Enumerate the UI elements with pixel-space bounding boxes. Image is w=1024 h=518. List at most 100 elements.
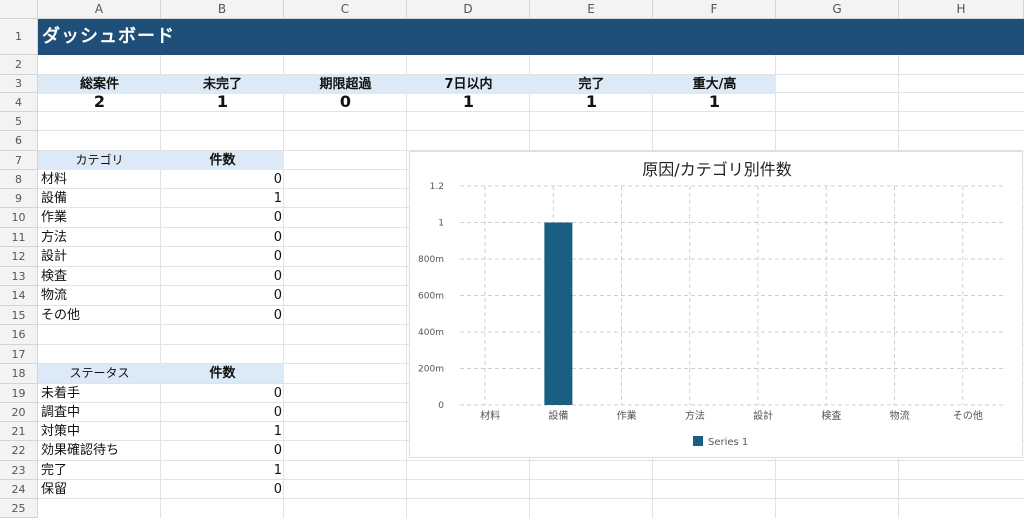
category_table-row-label[interactable]: 材料 [38, 170, 161, 189]
chart-x-tick-label: 作業 [617, 409, 637, 422]
status_table-row-count[interactable]: 0 [161, 441, 284, 460]
row-header-20[interactable]: 20 [0, 403, 38, 422]
row-header-9[interactable]: 9 [0, 189, 38, 208]
chart-y-axis: 0 200m 400m 600m 800m 1 1.2 [418, 182, 444, 411]
row-header-14[interactable]: 14 [0, 286, 38, 306]
category_table-row-label[interactable]: その他 [38, 306, 161, 325]
category_table-row-count[interactable]: 0 [161, 267, 284, 286]
row-header-5[interactable]: 5 [0, 112, 38, 131]
category-header-label[interactable]: カテゴリ [38, 151, 161, 170]
category_table-row-label[interactable]: 設備 [38, 189, 161, 208]
row-header-23[interactable]: 23 [0, 461, 38, 480]
chart-legend-label: Series 1 [708, 437, 748, 448]
kpi-value[interactable]: 1 [653, 93, 776, 112]
chart-y-tick-label: 200m [418, 365, 444, 375]
status_table-row-label[interactable]: 効果確認待ち [38, 441, 161, 460]
row-header-22[interactable]: 22 [0, 441, 38, 461]
status_table-row-count[interactable]: 0 [161, 403, 284, 422]
row-header-21[interactable]: 21 [0, 422, 38, 441]
chart-x-tick-label: 設備 [548, 409, 568, 422]
row-header-13[interactable]: 13 [0, 267, 38, 286]
status_table-row-label[interactable]: 保留 [38, 480, 161, 499]
chart-x-tick-label: 方法 [685, 409, 705, 422]
status_table-row-count[interactable]: 1 [161, 461, 284, 480]
category_table-row-count[interactable]: 0 [161, 286, 284, 305]
category_table-row-count[interactable]: 0 [161, 170, 284, 189]
category_table-row-label[interactable]: 物流 [38, 286, 161, 305]
column-header-e[interactable]: E [530, 0, 653, 19]
column-header-h[interactable]: H [899, 0, 1024, 19]
row-header-7[interactable]: 7 [0, 151, 38, 170]
category_table-row-count[interactable]: 0 [161, 306, 284, 325]
status_table-row-count[interactable]: 0 [161, 480, 284, 499]
kpi-value[interactable]: 1 [161, 93, 284, 112]
chart-x-tick-label: 設計 [753, 409, 773, 422]
row-header-17[interactable]: 17 [0, 345, 38, 364]
row-header-8[interactable]: 8 [0, 170, 38, 189]
status-header-count[interactable]: 件数 [161, 364, 284, 383]
category_table-row-label[interactable]: 作業 [38, 208, 161, 227]
category_table-row-label[interactable]: 方法 [38, 228, 161, 247]
chart-x-tick-label: 物流 [890, 409, 910, 422]
row-header-6[interactable]: 6 [0, 131, 38, 151]
status_table-row-count[interactable]: 1 [161, 422, 284, 441]
column-header-g[interactable]: G [776, 0, 899, 19]
status_table-row-label[interactable]: 対策中 [38, 422, 161, 441]
kpi-value[interactable]: 1 [407, 93, 530, 112]
select-all-corner[interactable] [0, 0, 38, 19]
chart-x-tick-label: 検査 [821, 409, 841, 422]
chart-y-tick-label: 1 [438, 219, 444, 229]
chart-y-tick-label: 0 [438, 401, 444, 411]
kpi-value[interactable]: 2 [38, 93, 161, 112]
row-header-2[interactable]: 2 [0, 55, 38, 75]
column-header-d[interactable]: D [407, 0, 530, 19]
dashboard-title[interactable]: ダッシュボード [38, 19, 1024, 55]
chart-y-tick-label: 400m [418, 328, 444, 338]
status_table-row-count[interactable]: 0 [161, 384, 284, 403]
chart-x-axis: 材料 設備 作業 方法 設計 検査 物流 その他 [480, 409, 983, 422]
chart-legend[interactable]: Series 1 [693, 436, 748, 448]
chart-y-tick-label: 600m [418, 292, 444, 302]
row-header-11[interactable]: 11 [0, 228, 38, 247]
column-header-f[interactable]: F [653, 0, 776, 19]
row-header-15[interactable]: 15 [0, 306, 38, 325]
status_table-row-label[interactable]: 調査中 [38, 403, 161, 422]
kpi-value[interactable]: 0 [284, 93, 407, 112]
column-header-c[interactable]: C [284, 0, 407, 19]
category_table-row-count[interactable]: 0 [161, 247, 284, 266]
row-header-1[interactable]: 1 [0, 19, 38, 55]
row-header-25[interactable]: 25 [0, 499, 38, 518]
kpi-value[interactable]: 1 [530, 93, 653, 112]
status_table-row-label[interactable]: 未着手 [38, 384, 161, 403]
category_table-row-count[interactable]: 1 [161, 189, 284, 208]
row-header-19[interactable]: 19 [0, 384, 38, 403]
category_table-row-label[interactable]: 検査 [38, 267, 161, 286]
column-header-a[interactable]: A [38, 0, 161, 19]
status-header-label[interactable]: ステータス [38, 364, 161, 383]
chart-x-tick-label: その他 [953, 409, 983, 422]
row-header-18[interactable]: 18 [0, 364, 38, 384]
category-header-count[interactable]: 件数 [161, 151, 284, 170]
row-header-3[interactable]: 3 [0, 75, 38, 93]
spreadsheet: ABCDEFGH 1 2 3 4 5 6 7 8 9 10 11 12 13 14 15 16 17 18 19 20… [0, 0, 1024, 518]
chart-bar[interactable] [544, 222, 573, 406]
row-header-10[interactable]: 10 [0, 208, 38, 228]
chart-canvas: 原因/カテゴリ別件数 0 200m 400m 600m 800m 1 1.2 材料 設備 作業 方… [418, 160, 1006, 448]
chart-legend-swatch [693, 436, 703, 446]
column-header-b[interactable]: B [161, 0, 284, 19]
chart-x-tick-label: 材料 [480, 409, 500, 422]
chart-title: 原因/カテゴリ別件数 [642, 160, 791, 179]
category-chart[interactable]: 原因/カテゴリ別件数 0 200m 400m 600m 800m 1 1.2 材料 設備 作業 方… [409, 151, 1023, 458]
chart-bars [544, 222, 573, 406]
gridline-horizontal [38, 130, 1024, 131]
row-header-24[interactable]: 24 [0, 480, 38, 499]
row-header-12[interactable]: 12 [0, 247, 38, 267]
chart-y-tick-label: 1.2 [430, 182, 444, 192]
category_table-row-label[interactable]: 設計 [38, 247, 161, 266]
status_table-row-label[interactable]: 完了 [38, 461, 161, 480]
category_table-row-count[interactable]: 0 [161, 228, 284, 247]
row-header-16[interactable]: 16 [0, 325, 38, 345]
category_table-row-count[interactable]: 0 [161, 208, 284, 227]
row-header-4[interactable]: 4 [0, 93, 38, 112]
chart-y-tick-label: 800m [418, 255, 444, 265]
